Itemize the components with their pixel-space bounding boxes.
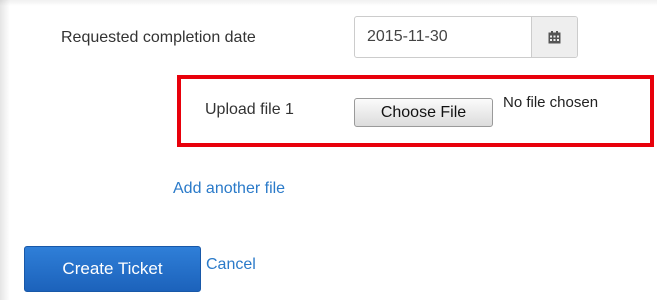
cancel-link[interactable]: Cancel <box>206 256 256 274</box>
completion-date-input[interactable] <box>355 17 531 57</box>
calendar-icon <box>548 30 561 43</box>
left-edge-shadow <box>0 0 10 300</box>
calendar-button[interactable] <box>531 17 577 57</box>
upload-file-label: Upload file 1 <box>205 101 294 118</box>
completion-date-label: Requested completion date <box>61 29 256 46</box>
ticket-form: Requested completion date Upload file 1 … <box>0 0 657 300</box>
choose-file-button[interactable]: Choose File <box>354 98 493 127</box>
add-another-file-link[interactable]: Add another file <box>173 180 285 198</box>
create-ticket-button[interactable]: Create Ticket <box>24 246 201 292</box>
completion-date-group <box>354 16 578 58</box>
top-edge-shadow <box>0 0 657 6</box>
file-status-text: No file chosen <box>503 94 599 111</box>
